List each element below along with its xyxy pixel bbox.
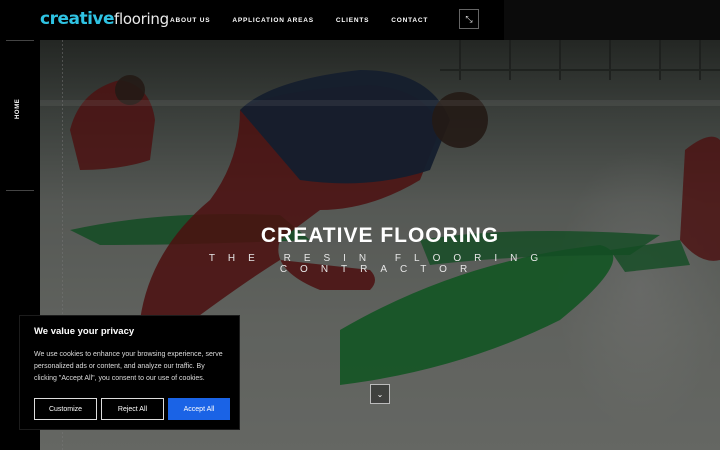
cookie-consent-banner: We value your privacy We use cookies to … <box>19 315 240 430</box>
cookie-heading: We value your privacy <box>34 326 135 337</box>
logo-word-flooring: flooring <box>114 10 169 28</box>
nav-application-areas[interactable]: APPLICATION AREAS <box>232 17 314 24</box>
nav-clients[interactable]: CLIENTS <box>336 17 369 24</box>
hero-subtitle: THE RESIN FLOORING CONTRACTOR <box>208 253 552 275</box>
accept-all-button[interactable]: Accept All <box>168 398 230 420</box>
sidebar-divider-top <box>6 40 34 41</box>
site-logo[interactable]: creative flooring <box>40 9 169 31</box>
cookie-buttons: Customize Reject All Accept All <box>34 398 230 420</box>
menu-toggle-button[interactable]: ⤡ <box>459 9 479 29</box>
sidebar-item-home[interactable]: HOME <box>15 99 21 119</box>
hero-title: CREATIVE FLOORING <box>260 224 500 247</box>
chevron-down-icon: ⌄ <box>376 389 384 399</box>
reject-all-button[interactable]: Reject All <box>101 398 164 420</box>
cookie-text: We use cookies to enhance your browsing … <box>34 351 223 382</box>
main-nav: ABOUT US APPLICATION AREAS CLIENTS CONTA… <box>170 0 450 40</box>
nav-about-us[interactable]: ABOUT US <box>170 17 210 24</box>
customize-button[interactable]: Customize <box>34 398 97 420</box>
logo-word-creative: creative <box>40 9 115 29</box>
expand-arrows-icon: ⤡ <box>465 13 473 24</box>
sidebar-divider-bottom <box>6 190 34 191</box>
site-header: creative flooring ABOUT US APPLICATION A… <box>0 0 504 40</box>
scroll-down-button[interactable]: ⌄ <box>370 384 390 404</box>
nav-contact[interactable]: CONTACT <box>391 17 428 24</box>
